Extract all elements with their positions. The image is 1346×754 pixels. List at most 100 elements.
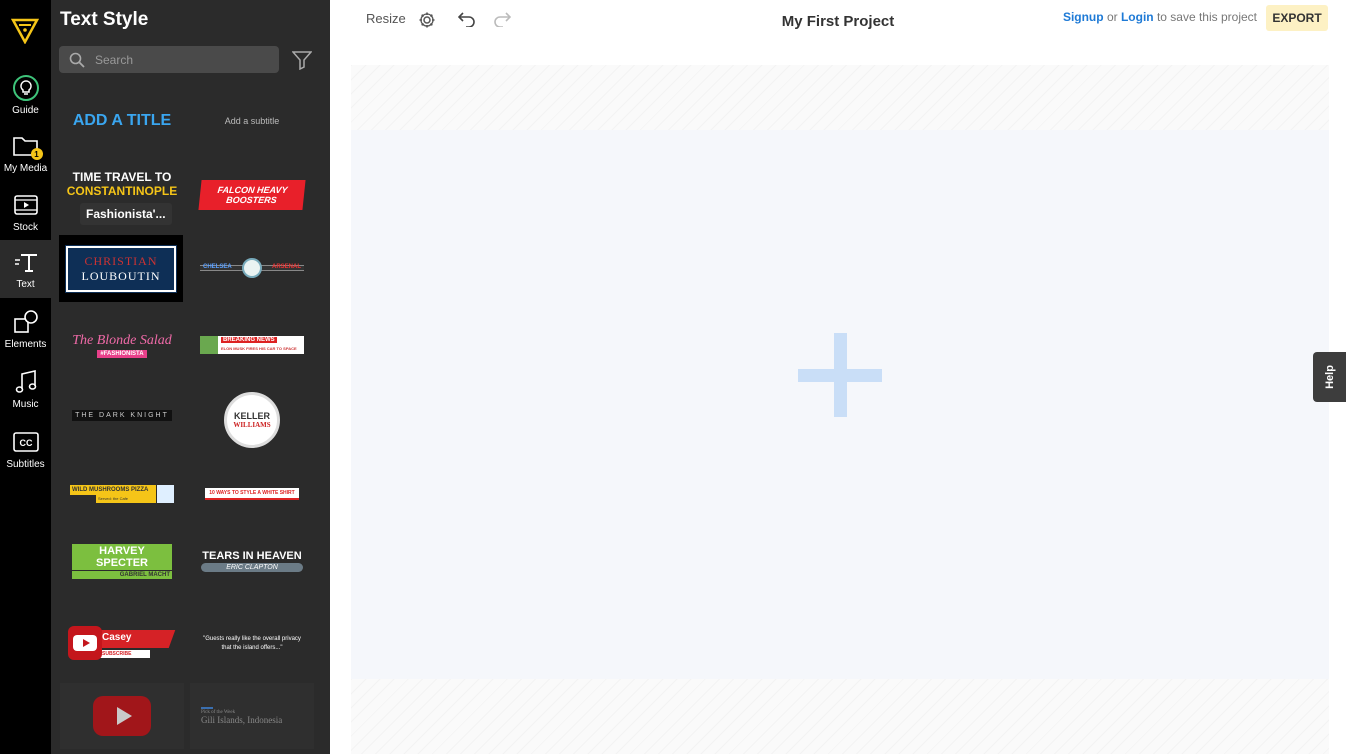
- rail-label: Guide: [12, 105, 39, 116]
- template-text: Casey: [102, 632, 132, 643]
- template-text: ELON MUSK FIRES HIS CAR TO SPACE: [221, 346, 297, 351]
- template-youtube-play[interactable]: [60, 683, 184, 749]
- template-text: TIME TRAVEL TO: [72, 170, 172, 184]
- template-breaking-news[interactable]: BREAKING NEWS ELON MUSK FIRES HIS CAR TO…: [190, 312, 314, 378]
- rail-item-music[interactable]: Music: [0, 360, 51, 418]
- canvas-padding-top: [351, 65, 1329, 130]
- template-falcon-heavy[interactable]: FALCON HEAVY BOOSTERS: [190, 162, 314, 228]
- redo-icon[interactable]: [493, 11, 511, 27]
- login-link[interactable]: Login: [1121, 10, 1154, 24]
- auth-save-text: to save this project: [1153, 10, 1257, 24]
- pizza-thumb: [157, 485, 174, 503]
- scoreboard-emblem: [242, 258, 262, 278]
- template-quote[interactable]: "Guests really like the overall privacy …: [190, 611, 314, 677]
- template-blonde-salad[interactable]: The Blonde Salad #FASHIONISTA: [60, 312, 184, 378]
- template-text: Add a subtitle: [224, 116, 280, 126]
- template-text: TEARS IN HEAVEN: [202, 550, 302, 562]
- search-box[interactable]: [59, 46, 279, 73]
- help-tab[interactable]: Help: [1313, 352, 1346, 402]
- template-text: WILD MUSHROOMS PIZZA: [70, 485, 156, 495]
- template-text: FALCON HEAVY: [217, 185, 288, 195]
- template-chelsea-arsenal[interactable]: CHELSEA ARSENAL: [190, 236, 314, 302]
- template-harvey-specter[interactable]: HARVEY SPECTER GABRIEL MACHT: [60, 528, 184, 594]
- template-mushroom-pizza[interactable]: WILD MUSHROOMS PIZZA Served: the Cafe: [60, 461, 184, 527]
- rail-item-stock[interactable]: Stock: [0, 183, 51, 241]
- template-add-subtitle[interactable]: Add a subtitle: [190, 88, 314, 154]
- rail-label: Subtitles: [6, 459, 45, 470]
- text-style-panel: Text Style ADD A TITLE Add a subtitle TI…: [51, 0, 330, 754]
- search-icon: [69, 52, 85, 68]
- keller-circle: KELLER WILLIAMS: [224, 392, 280, 448]
- folder-icon: 1: [12, 132, 43, 160]
- template-text: BOOSTERS: [225, 195, 278, 205]
- template-text: Gili Islands, Indonesia: [201, 715, 283, 725]
- svg-text:CC: CC: [19, 438, 32, 448]
- scoreboard: CHELSEA ARSENAL: [200, 257, 304, 281]
- signup-link[interactable]: Signup: [1063, 10, 1104, 24]
- youtube-play-icon: [93, 696, 151, 736]
- template-gili-islands[interactable]: Pick of the Week Gili Islands, Indonesia: [190, 683, 314, 749]
- app: Guide 1 My Media Stock Text Elements Mus…: [0, 0, 1346, 754]
- template-text: WILLIAMS: [233, 421, 271, 429]
- filter-icon[interactable]: [292, 50, 312, 70]
- template-text: CHELSEA: [203, 264, 232, 270]
- template-text: KELLER: [234, 411, 270, 421]
- template-casey-subscribe[interactable]: Casey SUBSCRIBE: [60, 611, 184, 677]
- text-icon: [12, 248, 40, 276]
- youtube-lower-third: Casey SUBSCRIBE: [68, 626, 176, 662]
- help-label: Help: [1323, 365, 1336, 389]
- closed-captions-icon: CC: [12, 428, 40, 456]
- canvas-padding-bottom: [351, 679, 1329, 754]
- template-christian-louboutin[interactable]: CHRISTIAN LOUBOUTIN: [59, 235, 183, 302]
- lightbulb-icon: [12, 74, 40, 102]
- rail-item-text[interactable]: Text: [0, 240, 51, 298]
- template-dark-knight[interactable]: THE DARK KNIGHT: [60, 382, 184, 448]
- canvas-area: [330, 42, 1346, 754]
- template-text: BREAKING NEWS: [221, 337, 277, 343]
- rail-item-my-media[interactable]: 1 My Media: [0, 124, 51, 182]
- app-logo-icon[interactable]: [11, 16, 39, 44]
- auth-prompt: Signup or Login to save this project: [1063, 10, 1257, 24]
- accent-line: [201, 707, 213, 709]
- resize-button[interactable]: Resize: [366, 11, 406, 26]
- template-text: LOUBOUTIN: [81, 268, 161, 283]
- template-add-title[interactable]: ADD A TITLE: [60, 88, 184, 154]
- rail-item-elements[interactable]: Elements: [0, 300, 51, 358]
- template-text: 10 WAYS TO STYLE A WHITE SHIRT: [205, 488, 299, 500]
- breaking-news-bar: BREAKING NEWS ELON MUSK FIRES HIS CAR TO…: [200, 336, 304, 354]
- template-text: ERIC CLAPTON: [201, 563, 303, 572]
- rail-label: Elements: [4, 339, 47, 350]
- template-text: Served: the Cafe: [96, 495, 156, 503]
- template-tooltip: Fashionista'...: [80, 203, 172, 225]
- youtube-icon: [68, 626, 102, 660]
- template-text: GABRIEL MACHT: [72, 570, 172, 579]
- panel-title: Text Style: [60, 9, 149, 30]
- template-white-shirt[interactable]: 10 WAYS TO STYLE A WHITE SHIRT: [190, 461, 314, 527]
- media-badge: 1: [30, 148, 43, 160]
- undo-icon[interactable]: [458, 11, 476, 27]
- rail-label: Music: [12, 399, 39, 410]
- falcon-banner: FALCON HEAVY BOOSTERS: [198, 180, 306, 210]
- template-text: CONSTANTINOPLE: [66, 184, 178, 198]
- search-input[interactable]: [95, 52, 265, 67]
- pizza-bar: WILD MUSHROOMS PIZZA Served: the Cafe: [70, 485, 174, 503]
- template-text: HARVEY SPECTER: [72, 543, 172, 570]
- template-tears-in-heaven[interactable]: TEARS IN HEAVEN ERIC CLAPTON: [190, 528, 314, 594]
- template-text: THE DARK KNIGHT: [72, 409, 172, 421]
- louboutin-plate: CHRISTIAN LOUBOUTIN: [65, 244, 177, 293]
- template-text: ARSENAL: [271, 264, 301, 270]
- template-text: CHRISTIAN: [84, 253, 158, 268]
- rail-item-subtitles[interactable]: CC Subtitles: [0, 420, 51, 478]
- rail-item-guide[interactable]: Guide: [0, 66, 51, 124]
- export-button[interactable]: EXPORT: [1266, 5, 1328, 31]
- news-thumb: [200, 336, 218, 354]
- template-keller-williams[interactable]: KELLER WILLIAMS: [190, 387, 314, 453]
- settings-gear-icon[interactable]: [418, 11, 436, 29]
- rail-label: My Media: [3, 163, 48, 174]
- video-stage[interactable]: [351, 130, 1329, 679]
- template-text: "Guests really like the overall privacy …: [203, 636, 301, 651]
- music-note-icon: [12, 368, 40, 396]
- add-plus-icon-vertical: [834, 333, 847, 417]
- template-text: ADD A TITLE: [72, 112, 172, 129]
- left-rail: Guide 1 My Media Stock Text Elements Mus…: [0, 0, 51, 754]
